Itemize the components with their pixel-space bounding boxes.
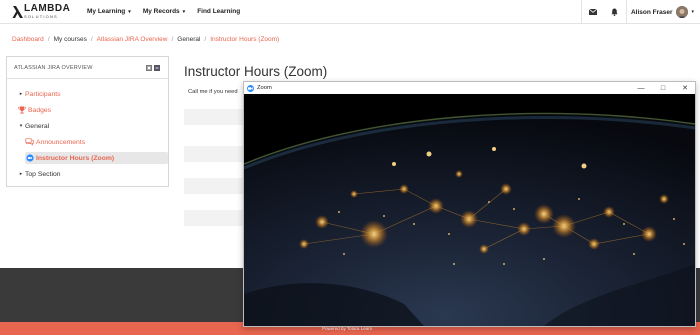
tree-item-label: Badges: [28, 106, 52, 114]
table-row: [184, 109, 244, 125]
nav-find-learning-label: Find Learning: [197, 8, 241, 15]
bell-icon: [611, 8, 619, 16]
forum-icon: [25, 138, 34, 147]
course-navigation-block: ATLASSIAN JIRA OVERVIEW ▸ Participants B…: [6, 56, 169, 187]
user-name[interactable]: Alison Fraser: [631, 9, 673, 16]
table-row: [184, 146, 244, 162]
chevron-right-icon: ▸: [19, 171, 23, 177]
breadcrumb-separator: /: [171, 36, 174, 43]
earth-at-night-image: [244, 94, 695, 326]
block-header: ATLASSIAN JIRA OVERVIEW: [7, 57, 168, 79]
logo[interactable]: LAMBDA SOLUTIONS: [12, 4, 74, 19]
maximize-button[interactable]: □: [659, 85, 667, 92]
collapse-block-button[interactable]: [154, 65, 160, 71]
nav-find-learning[interactable]: Find Learning: [197, 8, 240, 15]
zoom-window-title: Zoom: [257, 85, 272, 91]
logo-sub-text: SOLUTIONS: [24, 14, 58, 19]
trophy-icon: [17, 106, 26, 115]
minus-icon: [155, 67, 159, 69]
top-navbar: LAMBDA SOLUTIONS My Learning ▾ My Record…: [0, 0, 700, 24]
messages-button[interactable]: [582, 0, 604, 24]
tree-item-top-section[interactable]: ▸ Top Section: [7, 166, 168, 182]
chevron-down-icon: ▾: [182, 8, 186, 15]
tree-item-participants[interactable]: ▸ Participants: [7, 86, 168, 102]
zoom-icon: [25, 154, 34, 163]
tree-item-label: Top Section: [25, 170, 61, 178]
avatar[interactable]: [676, 6, 689, 18]
description-text: Call me if you need: [188, 89, 238, 95]
breadcrumb-general: General: [177, 36, 201, 43]
tree-item-badges[interactable]: Badges: [7, 102, 168, 118]
breadcrumb-separator: /: [90, 36, 93, 43]
notifications-button[interactable]: [604, 0, 626, 24]
breadcrumb-course[interactable]: Atlassian JIRA Overview: [97, 36, 168, 43]
nav-my-records-label: My Records: [142, 8, 180, 15]
zoom-video-feed[interactable]: [244, 94, 695, 326]
nav-my-learning-label: My Learning: [87, 8, 126, 15]
avatar-image: [676, 7, 689, 18]
table-row: [184, 210, 244, 226]
tree-item-label: Announcements: [36, 138, 86, 146]
table-row: [184, 178, 244, 194]
lambda-logo-icon: [12, 5, 23, 18]
nav-my-learning[interactable]: My Learning ▾: [87, 8, 131, 15]
chevron-down-icon: ▾: [128, 8, 131, 15]
logo-main-text: LAMBDA: [24, 3, 71, 14]
block-title: ATLASSIAN JIRA OVERVIEW: [14, 64, 93, 71]
tree-item-announcements[interactable]: Announcements: [7, 134, 168, 150]
chevron-right-icon: ▸: [19, 91, 23, 97]
dock-icon: [147, 66, 151, 70]
breadcrumb-separator: /: [47, 36, 50, 43]
tree-item-instructor-hours[interactable]: Instructor Hours (Zoom): [7, 150, 168, 166]
breadcrumb-separator: /: [204, 36, 207, 43]
page-title: Instructor Hours (Zoom): [184, 64, 328, 79]
zoom-window[interactable]: Zoom — □ ✕: [243, 81, 696, 327]
chevron-down-icon[interactable]: ▾: [691, 9, 694, 15]
close-button[interactable]: ✕: [681, 85, 689, 92]
tree-item-label: General: [25, 122, 50, 130]
course-tree: ▸ Participants Badges ▾ General Announce…: [7, 79, 168, 182]
tree-item-label: Participants: [25, 90, 61, 98]
breadcrumb-my-courses: My courses: [53, 36, 87, 43]
zoom-logo-icon: [247, 84, 254, 92]
dock-block-button[interactable]: [146, 65, 152, 71]
tree-item-label: Instructor Hours (Zoom): [36, 154, 115, 162]
zoom-titlebar[interactable]: Zoom — □ ✕: [244, 82, 695, 94]
envelope-icon: [588, 9, 597, 15]
nav-my-records[interactable]: My Records ▾: [143, 8, 185, 15]
minimize-button[interactable]: —: [637, 85, 645, 92]
chevron-down-icon: ▾: [19, 123, 23, 129]
breadcrumb-dashboard[interactable]: Dashboard: [12, 36, 44, 43]
breadcrumb: Dashboard / My courses / Atlassian JIRA …: [12, 36, 279, 43]
tree-item-general[interactable]: ▾ General: [7, 118, 168, 134]
breadcrumb-instructor-hours[interactable]: Instructor Hours (Zoom): [210, 36, 279, 43]
